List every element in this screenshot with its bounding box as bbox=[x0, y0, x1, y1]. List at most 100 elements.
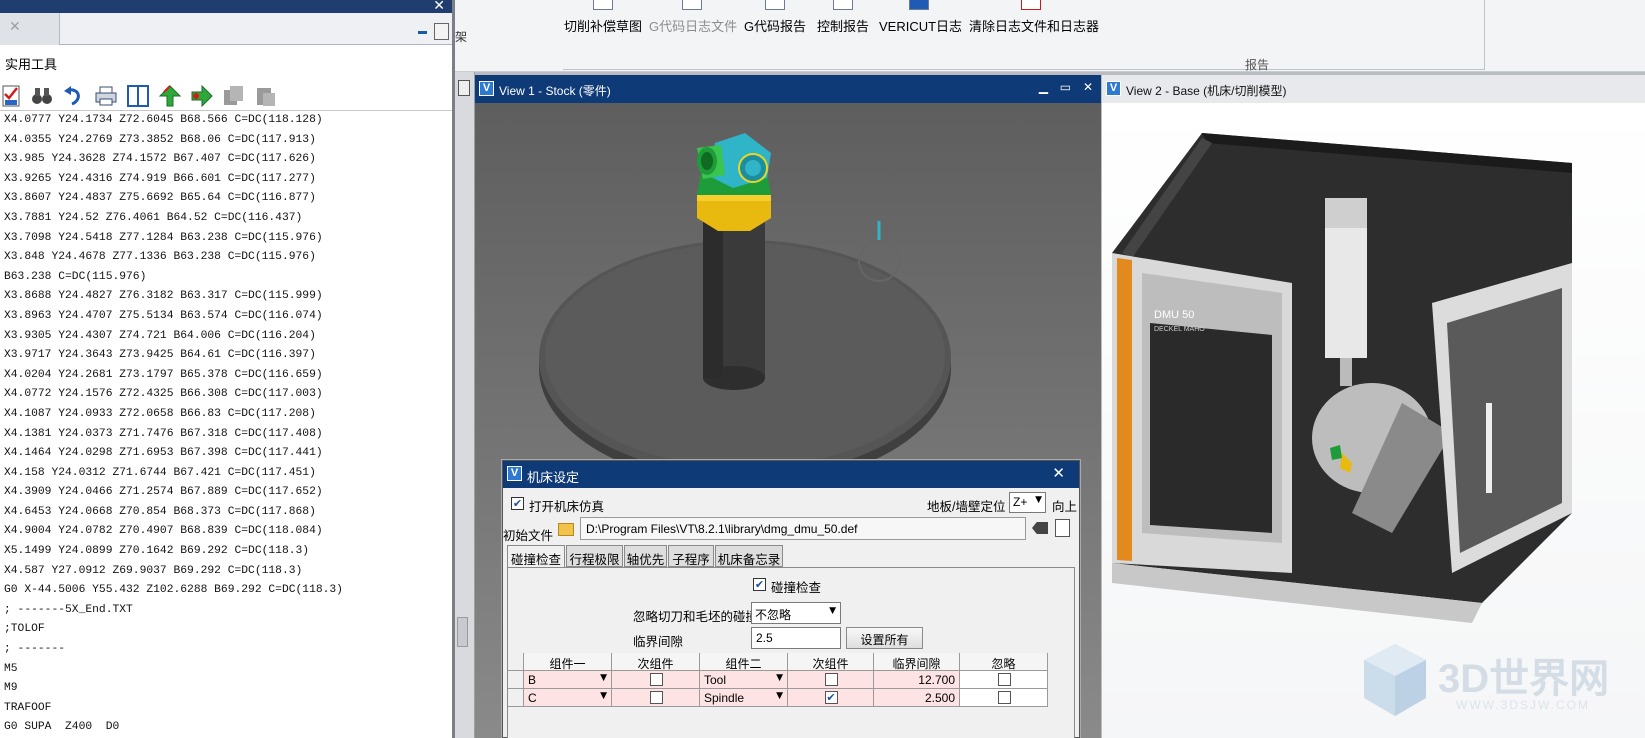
code-line[interactable]: X4.0772 Y24.1576 Z72.4325 B66.308 C=DC(1… bbox=[4, 385, 343, 405]
ignore-value: 不忽略 bbox=[755, 608, 792, 622]
code-line[interactable]: X3.7098 Y24.5418 Z77.1284 B63.238 C=DC(1… bbox=[4, 229, 343, 249]
code-line[interactable]: X4.587 Y27.0912 Z69.9037 B69.292 C=DC(11… bbox=[4, 562, 343, 582]
gcode-report-button[interactable]: G代码报告 bbox=[743, 0, 807, 50]
col-header-sub1[interactable]: 次组件 bbox=[612, 653, 700, 671]
view2-titlebar[interactable]: V View 2 - Base (机床/切削模型) bbox=[1102, 75, 1645, 103]
utility-tab[interactable]: ✕ bbox=[0, 13, 60, 45]
clearance-input[interactable]: 2.5 bbox=[751, 627, 841, 649]
clearance-cell[interactable]: 12.700 bbox=[874, 671, 960, 689]
tab-machine-notes[interactable]: 机床备忘录 bbox=[715, 545, 783, 567]
comp2-select[interactable]: Tool ▼ bbox=[700, 671, 788, 689]
init-file-path-field[interactable]: D:\Program Files\VT\8.2.1\library\dmg_dm… bbox=[580, 517, 1026, 540]
code-line[interactable]: M5 bbox=[4, 660, 343, 680]
nc-check-icon[interactable] bbox=[0, 84, 24, 108]
code-line[interactable]: M9 bbox=[4, 679, 343, 699]
comp1-select[interactable]: B ▼ bbox=[524, 671, 612, 689]
import-icon[interactable] bbox=[158, 84, 182, 108]
binoculars-icon[interactable] bbox=[30, 84, 54, 108]
col-header-comp1[interactable]: 组件一 bbox=[524, 653, 612, 671]
code-line[interactable]: X4.0777 Y24.1734 Z72.6045 B68.566 C=DC(1… bbox=[4, 111, 343, 131]
code-line[interactable]: X3.7881 Y24.52 Z76.4061 B64.52 C=DC(116.… bbox=[4, 209, 343, 229]
control-report-button[interactable]: 控制报告 bbox=[815, 0, 871, 50]
window-controls-icon[interactable]: ▁ ▭ ✕ bbox=[1039, 80, 1097, 94]
tab-travel-limits[interactable]: 行程极限 bbox=[566, 545, 623, 567]
set-all-button[interactable]: 设置所有 bbox=[846, 627, 923, 649]
paste-icon[interactable] bbox=[254, 84, 278, 108]
clearance-cell[interactable]: 2.500 bbox=[874, 689, 960, 707]
code-line[interactable]: TRAFOOF bbox=[4, 699, 343, 719]
undo-icon[interactable] bbox=[62, 84, 86, 108]
row-header[interactable] bbox=[508, 671, 524, 689]
col-header-clearance[interactable]: 临界间隙 bbox=[874, 653, 960, 671]
floor-wall-select[interactable]: Z+ ▼ bbox=[1009, 492, 1046, 513]
code-line[interactable]: G0 X-44.5006 Y55.432 Z102.6288 B69.292 C… bbox=[4, 581, 343, 601]
code-line[interactable]: ; -------5X_End.TXT bbox=[4, 601, 343, 621]
columns-icon[interactable] bbox=[126, 84, 150, 108]
nc-file-icon[interactable] bbox=[1055, 519, 1070, 537]
ignore-collision-select[interactable]: 不忽略 ▼ bbox=[751, 602, 841, 624]
tab-collision-check[interactable]: 碰撞检查 bbox=[507, 545, 565, 568]
minimize-icon[interactable] bbox=[418, 31, 427, 34]
close-icon[interactable]: ✕ bbox=[433, 0, 445, 14]
folder-icon[interactable] bbox=[558, 523, 574, 536]
document-icon[interactable] bbox=[458, 80, 470, 96]
dialog-titlebar[interactable]: V 机床设定 ✕ bbox=[503, 461, 1079, 488]
collision-check-checkbox[interactable]: ✔ bbox=[753, 578, 766, 591]
code-line[interactable]: X4.3909 Y24.0466 Z71.2574 B67.889 C=DC(1… bbox=[4, 483, 343, 503]
comp2-select[interactable]: Spindle ▼ bbox=[700, 689, 788, 707]
code-line[interactable]: ;TOLOF bbox=[4, 620, 343, 640]
print-icon[interactable] bbox=[94, 84, 118, 108]
code-line[interactable]: X3.9305 Y24.4307 Z74.721 B64.006 C=DC(11… bbox=[4, 327, 343, 347]
sub1-checkbox[interactable] bbox=[649, 691, 663, 704]
code-line[interactable]: X3.985 Y24.3628 Z74.1572 B67.407 C=DC(11… bbox=[4, 150, 343, 170]
sub2-checkbox[interactable]: ✔ bbox=[824, 691, 838, 704]
code-line[interactable]: X3.9265 Y24.4316 Z74.919 B66.601 C=DC(11… bbox=[4, 170, 343, 190]
code-line[interactable]: X3.8963 Y24.4707 Z75.5134 B63.574 C=DC(1… bbox=[4, 307, 343, 327]
cutter-comp-sketch-button[interactable]: 切削补偿草图 bbox=[563, 0, 643, 50]
table-row[interactable]: C ▼ Spindle ▼ ✔ 2.500 bbox=[508, 689, 1048, 707]
export-icon[interactable] bbox=[190, 84, 214, 108]
col-header-sub2[interactable]: 次组件 bbox=[788, 653, 874, 671]
ignore-checkbox[interactable] bbox=[997, 691, 1011, 704]
code-line[interactable]: X4.1464 Y24.0298 Z71.6953 B67.398 C=DC(1… bbox=[4, 444, 343, 464]
copy-icon[interactable] bbox=[222, 84, 246, 108]
code-line[interactable]: X4.0355 Y24.2769 Z73.3852 B68.06 C=DC(11… bbox=[4, 131, 343, 151]
col-header-comp2[interactable]: 组件二 bbox=[700, 653, 788, 671]
code-line[interactable]: X3.848 Y24.4678 Z77.1336 B63.238 C=DC(11… bbox=[4, 248, 343, 268]
vertical-scrollbar[interactable] bbox=[455, 72, 475, 738]
tab-axis-priority[interactable]: 轴优先 bbox=[624, 545, 667, 567]
tab-subroutines[interactable]: 子程序 bbox=[668, 545, 714, 567]
vericut-log-button[interactable]: VERICUT日志 bbox=[879, 0, 962, 50]
code-line[interactable]: X4.1087 Y24.0933 Z72.0658 B66.83 C=DC(11… bbox=[4, 405, 343, 425]
comp1-select[interactable]: C ▼ bbox=[524, 689, 612, 707]
close-icon[interactable]: ✕ bbox=[9, 19, 21, 35]
nc-code-listing[interactable]: X4.0777 Y24.1734 Z72.6045 B68.566 C=DC(1… bbox=[0, 110, 452, 738]
code-line[interactable]: X3.9717 Y24.3643 Z73.9425 B64.61 C=DC(11… bbox=[4, 346, 343, 366]
sub2-checkbox[interactable] bbox=[824, 673, 838, 686]
code-line[interactable]: X3.8688 Y24.4827 Z76.3182 B63.317 C=DC(1… bbox=[4, 287, 343, 307]
code-line[interactable]: X4.6453 Y24.0668 Z70.854 B68.373 C=DC(11… bbox=[4, 503, 343, 523]
code-line[interactable]: X4.0204 Y24.2681 Z73.1797 B65.378 C=DC(1… bbox=[4, 366, 343, 386]
clear-logs-button[interactable]: 清除日志文件和日志器 bbox=[969, 0, 1099, 50]
gcode-log-button[interactable]: G代码日志文件 bbox=[649, 0, 737, 50]
col-header-ignore[interactable]: 忽略 bbox=[960, 653, 1048, 671]
clear-field-icon[interactable] bbox=[1032, 522, 1048, 534]
pin-icon[interactable] bbox=[434, 23, 449, 40]
code-line[interactable]: X3.8607 Y24.4837 Z75.6692 B65.64 C=DC(11… bbox=[4, 189, 343, 209]
scroll-thumb[interactable] bbox=[457, 617, 468, 647]
code-line[interactable]: ; ------- bbox=[4, 640, 343, 660]
code-line[interactable]: G0 SUPA Z400 D0 bbox=[4, 718, 343, 738]
table-row[interactable]: B ▼ Tool ▼ 12.700 bbox=[508, 671, 1048, 689]
code-line[interactable]: X5.1499 Y24.0899 Z70.1642 B69.292 C=DC(1… bbox=[4, 542, 343, 562]
row-header[interactable] bbox=[508, 689, 524, 707]
code-line[interactable]: X4.158 Y24.0312 Z71.6744 B67.421 C=DC(11… bbox=[4, 464, 343, 484]
sub1-checkbox[interactable] bbox=[649, 673, 663, 686]
view1-title: View 1 - Stock (零件) bbox=[499, 84, 611, 98]
close-icon[interactable]: ✕ bbox=[1052, 464, 1065, 482]
code-line[interactable]: X4.1381 Y24.0373 Z71.7476 B67.318 C=DC(1… bbox=[4, 425, 343, 445]
enable-simulation-checkbox[interactable]: ✔ bbox=[511, 497, 524, 510]
code-line[interactable]: X4.9004 Y24.0782 Z70.4907 B68.839 C=DC(1… bbox=[4, 522, 343, 542]
view1-titlebar[interactable]: V View 1 - Stock (零件) ▁ ▭ ✕ bbox=[475, 75, 1101, 103]
ignore-checkbox[interactable] bbox=[997, 673, 1011, 686]
code-line[interactable]: B63.238 C=DC(115.976) bbox=[4, 268, 343, 288]
